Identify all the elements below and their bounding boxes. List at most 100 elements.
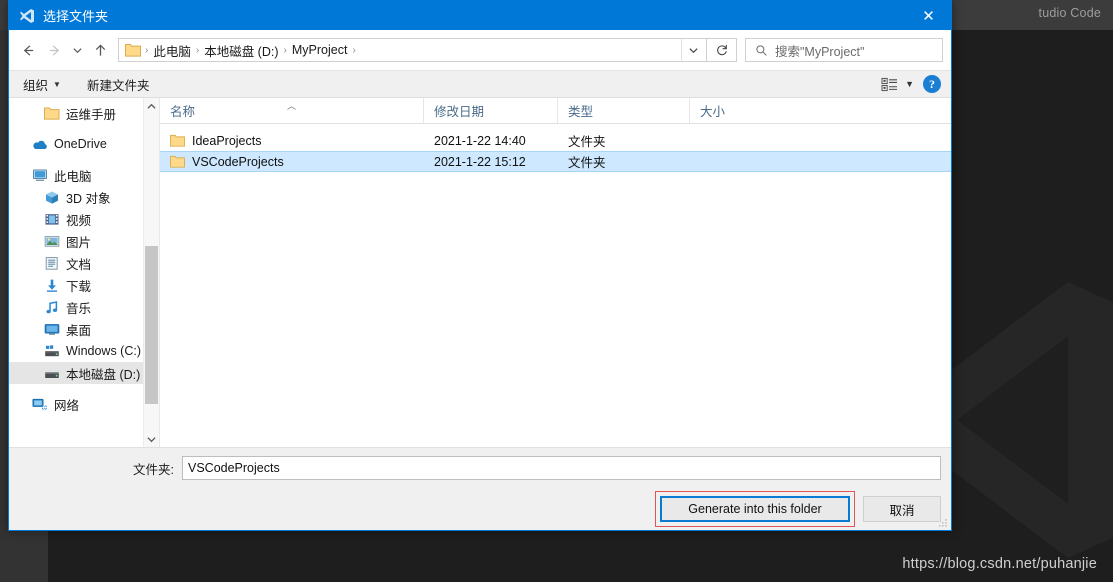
cancel-button[interactable]: 取消 (863, 496, 941, 522)
scrollbar-thumb[interactable] (145, 246, 158, 404)
drive-windows-icon (43, 343, 60, 359)
new-folder-label: 新建文件夹 (86, 78, 150, 93)
organize-button[interactable]: 组织 ▼ (23, 75, 61, 94)
search-box[interactable]: 搜索"MyProject" (745, 38, 943, 62)
chevron-down-icon: ▼ (905, 79, 914, 89)
generate-into-this-folder-button[interactable]: Generate into this folder (660, 496, 850, 522)
breadcrumb-item-2[interactable]: MyProject (288, 43, 352, 57)
address-bar[interactable]: › 此电脑 › 本地磁盘 (D:) › MyProject › (118, 38, 707, 62)
sidebar-item-0[interactable]: 运维手册 (9, 102, 159, 124)
file-rows: IdeaProjects 2021-1-22 14:40 文件夹 VSCodeProj… (160, 124, 951, 172)
arrow-right-icon (49, 44, 59, 56)
chevron-down-icon (688, 47, 698, 53)
column-header-size[interactable]: 大小 (690, 98, 766, 123)
sidebar-item-label: OneDrive (54, 137, 107, 151)
sidebar-item-4[interactable]: 视频 (9, 208, 159, 230)
table-row[interactable]: VSCodeProjects 2021-1-22 15:12 文件夹 (160, 151, 951, 172)
onedrive-icon (31, 136, 48, 152)
new-folder-button[interactable]: 新建文件夹 (87, 75, 150, 94)
documents-icon (45, 256, 58, 270)
column-header-name[interactable]: 名称 ︿ (160, 98, 424, 123)
back-button[interactable] (15, 37, 41, 63)
dialog-content: 运维手册 OneDrive 此电脑 3D 对象视频图片文档下载音乐桌面 Windows … (9, 98, 951, 448)
desktop-icon (43, 321, 60, 337)
sidebar-item-label: 运维手册 (66, 107, 117, 122)
sidebar-item-7[interactable]: 下载 (9, 274, 159, 296)
close-icon[interactable]: ✕ (906, 1, 951, 30)
breadcrumb-separator: › (352, 44, 356, 56)
address-dropdown-button[interactable] (681, 39, 704, 61)
sidebar-item-5[interactable]: 图片 (9, 230, 159, 252)
breadcrumb-item-0[interactable]: 此电脑 (149, 41, 195, 60)
sidebar-item-label: 网络 (54, 398, 80, 413)
view-options-button[interactable]: ▼ (881, 77, 914, 92)
downloads-icon (46, 279, 57, 292)
sidebar-item-9[interactable]: 桌面 (9, 318, 159, 340)
watermark-url-text: https://blog.csdn.net/puhanjie (902, 556, 1097, 572)
desktop-icon (44, 323, 59, 335)
music-icon (46, 300, 57, 313)
sidebar-item-11[interactable]: 本地磁盘 (D:) (9, 362, 159, 384)
column-header-date[interactable]: 修改日期 (424, 98, 558, 123)
sidebar-item-10[interactable]: Windows (C:) (9, 340, 159, 362)
up-button[interactable] (87, 37, 113, 63)
videos-icon (45, 213, 58, 225)
column-header-name-label: 名称 (170, 105, 196, 119)
footer-buttons: Generate into this folder 取消 (9, 491, 951, 527)
refresh-icon (716, 44, 727, 56)
cell-date: 2021-1-22 15:12 (434, 154, 526, 169)
breadcrumb-item-1[interactable]: 本地磁盘 (D:) (200, 41, 282, 60)
3d-objects-icon (43, 189, 60, 205)
file-name: IdeaProjects (192, 133, 262, 148)
sidebar-item-label: 图片 (66, 235, 92, 250)
network-icon (31, 396, 48, 412)
sidebar-item-label: 桌面 (66, 323, 92, 338)
dialog-title: 选择文件夹 (43, 9, 109, 24)
downloads-icon (43, 277, 60, 293)
table-row[interactable]: IdeaProjects 2021-1-22 14:40 文件夹 (160, 130, 951, 151)
3d-objects-icon (45, 191, 58, 204)
sidebar-item-label: 音乐 (66, 301, 92, 316)
scroll-down-button[interactable] (144, 431, 159, 448)
folder-icon (170, 155, 185, 168)
navigation-scrollbar[interactable] (143, 98, 159, 448)
music-icon (43, 299, 60, 315)
sidebar-item-3[interactable]: 3D 对象 (9, 186, 159, 208)
folder-icon (43, 107, 59, 120)
toolbar-right-group: ▼ ? (881, 75, 941, 93)
vscode-icon (20, 8, 34, 23)
sidebar-item-12[interactable]: 网络 (9, 393, 159, 415)
sidebar-item-label: 本地磁盘 (D:) (66, 367, 141, 382)
sidebar-item-6[interactable]: 文档 (9, 252, 159, 274)
sidebar-item-label: 此电脑 (54, 169, 92, 184)
pictures-icon (43, 233, 60, 249)
folder-name-row: 文件夹: VSCodeProjects (9, 455, 951, 481)
videos-icon (43, 211, 60, 227)
sidebar-item-label: 文档 (66, 257, 92, 272)
vscode-window-title: tudio Code (1038, 6, 1101, 20)
sidebar-item-8[interactable]: 音乐 (9, 296, 159, 318)
folder-icon (125, 44, 141, 57)
forward-button[interactable] (41, 37, 67, 63)
refresh-button[interactable] (707, 38, 737, 62)
sidebar-item-1[interactable]: OneDrive (9, 133, 159, 155)
folder-icon (170, 134, 185, 147)
folder-picker-dialog: 选择文件夹 ✕ › 此电脑 › 本地磁盘 (D:) › MyProject › … (8, 0, 952, 531)
this-pc-icon (31, 167, 48, 183)
cell-date: 2021-1-22 14:40 (434, 133, 526, 148)
recent-locations-button[interactable] (67, 37, 87, 63)
scroll-up-button[interactable] (144, 98, 159, 115)
cell-name: IdeaProjects (160, 134, 424, 148)
sidebar-item-2[interactable]: 此电脑 (9, 164, 159, 186)
navigation-tree: 运维手册 OneDrive 此电脑 3D 对象视频图片文档下载音乐桌面 Windows … (9, 98, 159, 415)
column-header-type[interactable]: 类型 (558, 98, 690, 123)
search-input[interactable]: 搜索"MyProject" (775, 41, 864, 60)
folder-name-input[interactable]: VSCodeProjects (182, 456, 941, 480)
help-icon[interactable]: ? (923, 75, 941, 93)
sidebar-item-label: 视频 (66, 213, 92, 228)
search-icon (756, 44, 767, 56)
resize-grip-icon[interactable] (938, 518, 948, 528)
drive-windows-icon (44, 344, 59, 356)
this-pc-icon (32, 169, 47, 181)
sidebar-item-label: 3D 对象 (66, 191, 111, 206)
